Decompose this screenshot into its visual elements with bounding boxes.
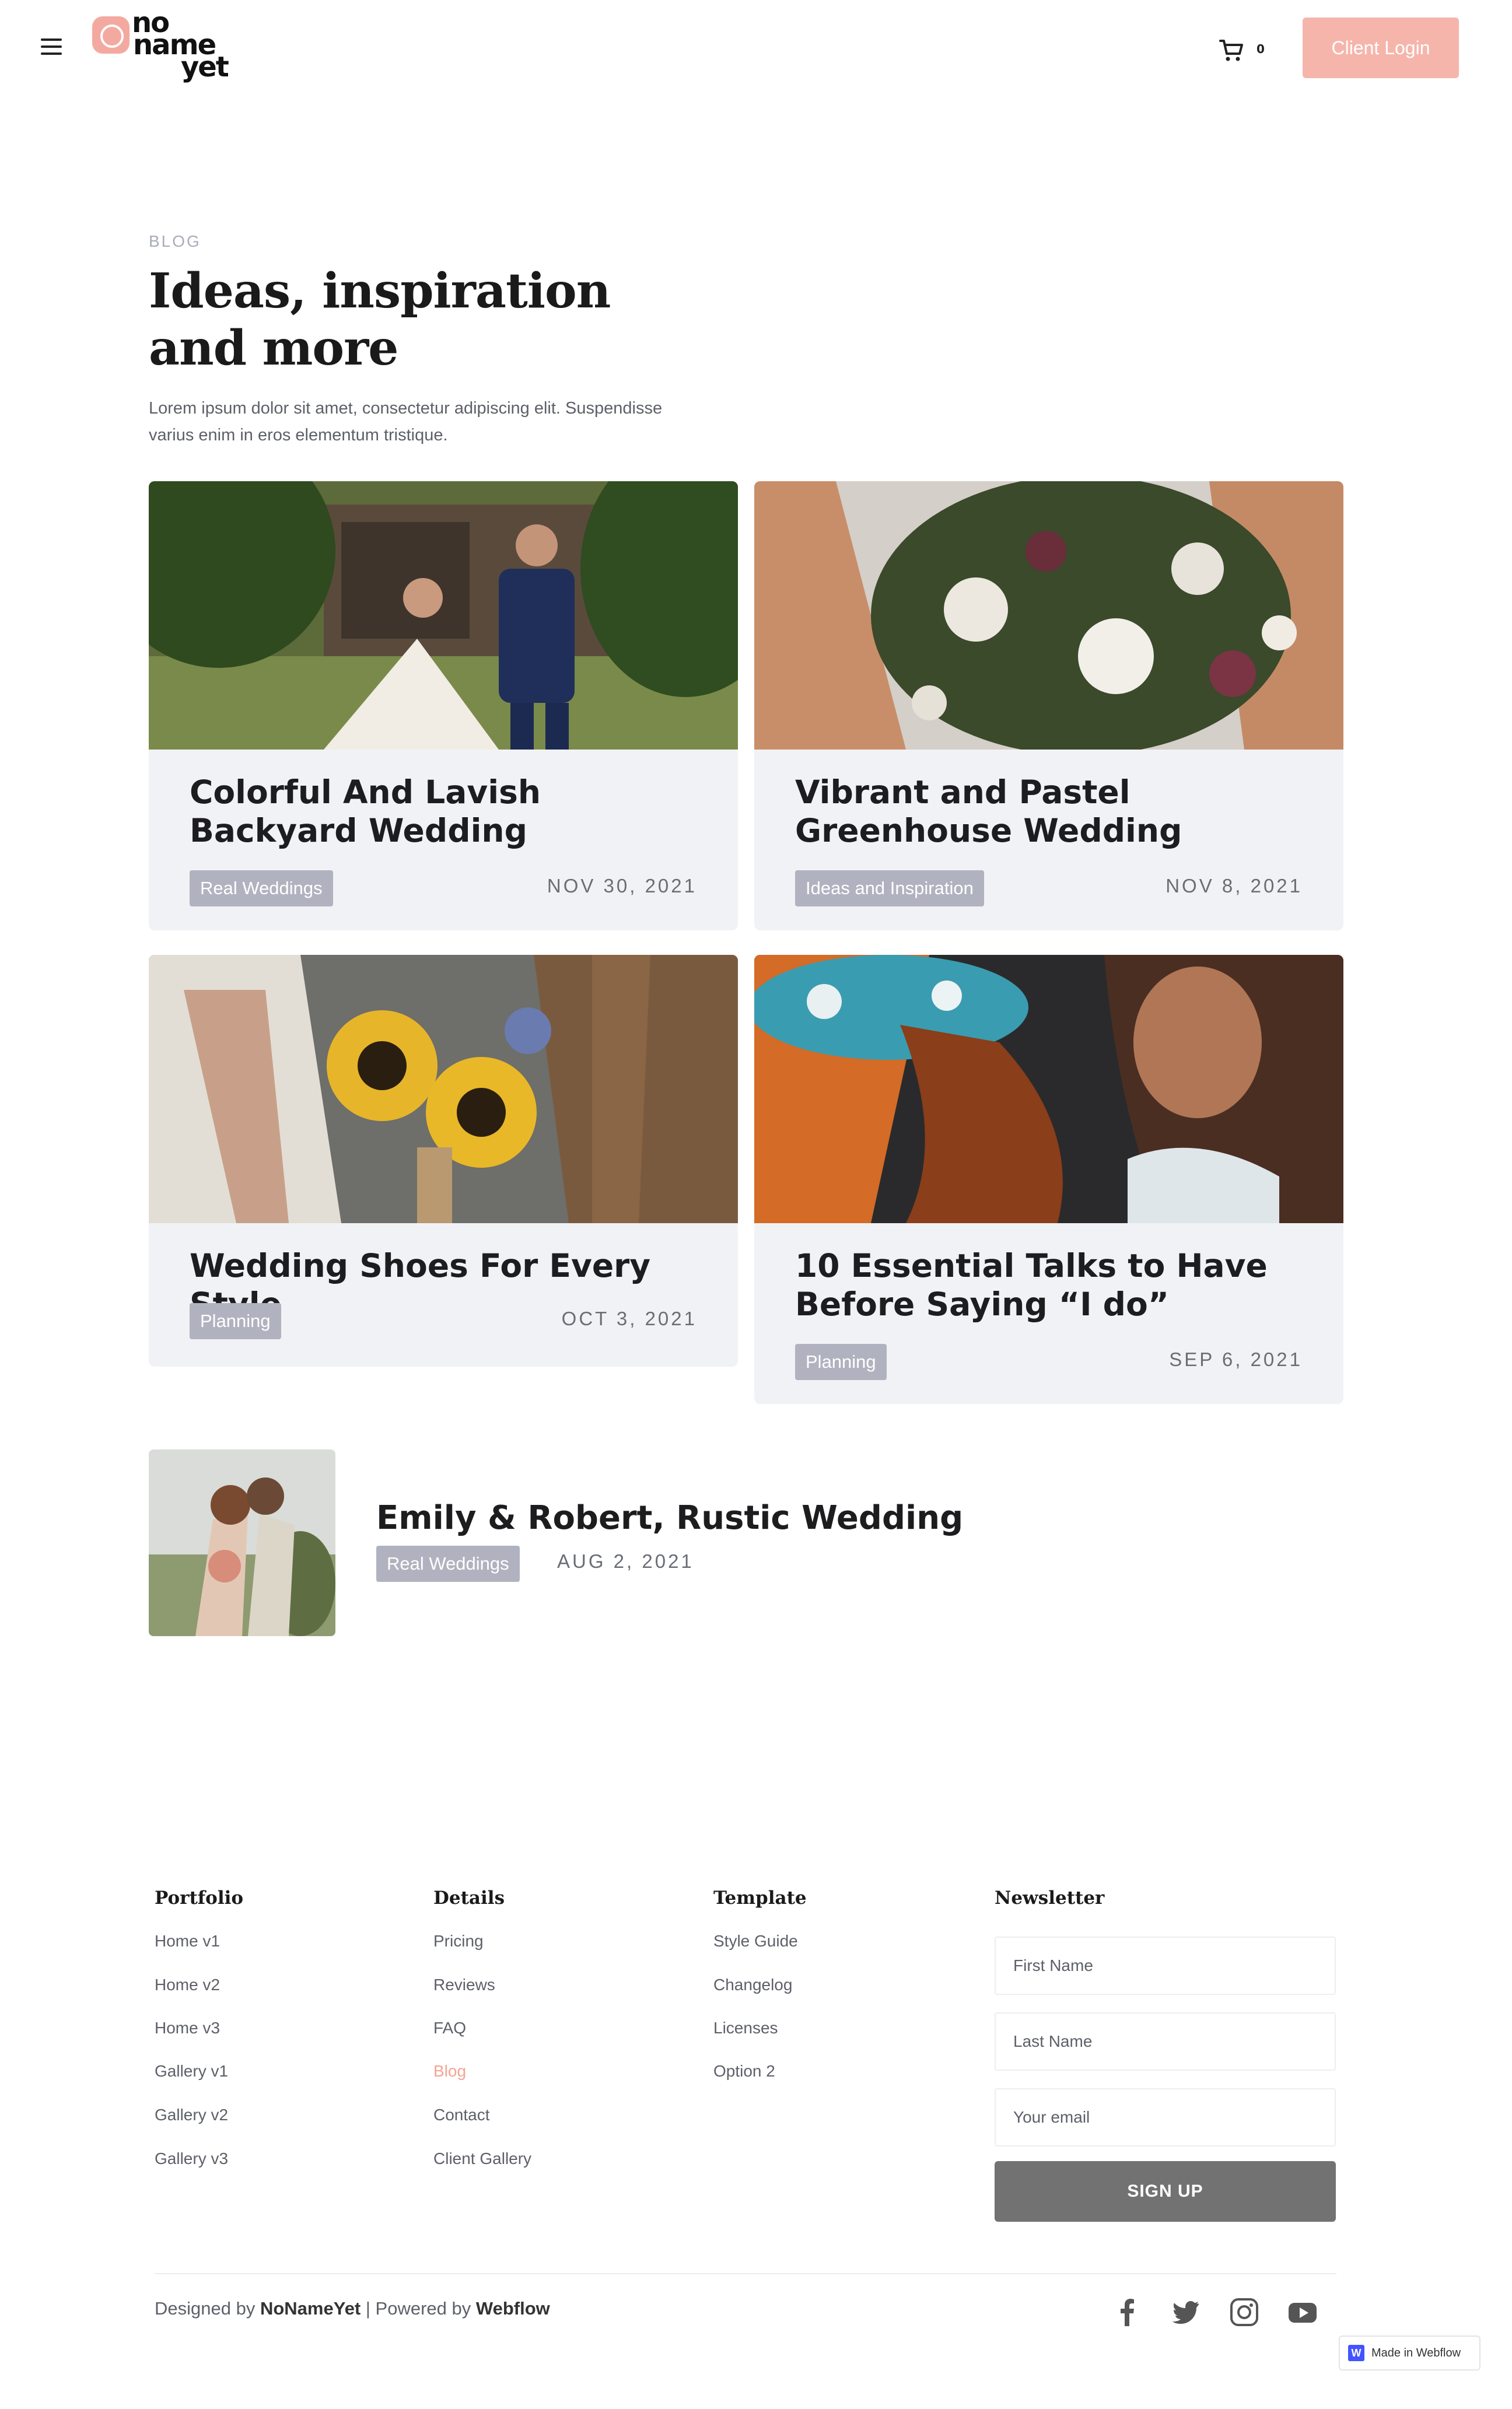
blog-card[interactable]: Colorful And Lavish Backyard Wedding Rea… [149, 481, 738, 930]
footer-link-pricing[interactable]: Pricing [433, 1932, 484, 1951]
sign-up-button[interactable]: SIGN UP [995, 2161, 1336, 2222]
blog-card[interactable]: Wedding Shoes For Every Style Planning O… [149, 955, 738, 1367]
post-image [149, 481, 738, 750]
badge-label: Made in Webflow [1371, 2346, 1461, 2359]
page-title: Ideas, inspiration and more [149, 263, 611, 376]
credits-designed-label: Designed by [155, 2298, 256, 2319]
post-tag[interactable]: Real Weddings [190, 870, 333, 906]
post-date: OCT 3, 2021 [561, 1308, 697, 1329]
footer-link-style-guide[interactable]: Style Guide [713, 1932, 798, 1951]
footer-link-home-v1[interactable]: Home v1 [155, 1932, 220, 1951]
footer-link-gallery-v1[interactable]: Gallery v1 [155, 2062, 228, 2081]
post-image [754, 955, 1343, 1223]
client-login-button[interactable]: Client Login [1303, 17, 1459, 78]
post-date: NOV 8, 2021 [1166, 875, 1303, 897]
featured-post-date: AUG 2, 2021 [557, 1550, 694, 1572]
footer-link-client-gallery[interactable]: Client Gallery [433, 2149, 531, 2168]
post-title[interactable]: Colorful And Lavish Backyard Wedding [190, 773, 703, 850]
youtube-icon[interactable] [1286, 2296, 1319, 2329]
logo[interactable]: no name yet [92, 6, 244, 83]
logo-mark-icon [92, 16, 130, 54]
newsletter-title: Newsletter [995, 1888, 1105, 1909]
featured-post-tag[interactable]: Real Weddings [376, 1546, 520, 1582]
post-date: SEP 6, 2021 [1169, 1349, 1303, 1370]
post-image [754, 481, 1343, 750]
webflow-logo-icon: W [1348, 2345, 1364, 2361]
footer-link-contact[interactable]: Contact [433, 2106, 490, 2124]
footer-col-template-title: Template [713, 1888, 807, 1909]
footer-link-blog[interactable]: Blog [433, 2062, 466, 2081]
cart-count: 0 [1256, 42, 1265, 56]
footer-credits: Designed by NoNameYet | Powered by Webfl… [155, 2298, 550, 2319]
email-field[interactable]: Your email [995, 2088, 1336, 2147]
footer-link-option-2[interactable]: Option 2 [713, 2062, 775, 2081]
footer-link-reviews[interactable]: Reviews [433, 1976, 495, 1994]
post-tag[interactable]: Planning [795, 1344, 887, 1380]
footer-link-licenses[interactable]: Licenses [713, 2019, 778, 2037]
last-name-field[interactable]: Last Name [995, 2012, 1336, 2071]
featured-post-thumbnail[interactable] [149, 1449, 335, 1636]
twitter-icon[interactable] [1170, 2296, 1202, 2329]
intro-description: Lorem ipsum dolor sit amet, consectetur … [149, 399, 663, 444]
footer-col-portfolio-title: Portfolio [155, 1888, 244, 1909]
credits-platform-link[interactable]: Webflow [476, 2298, 550, 2319]
footer-link-faq[interactable]: FAQ [433, 2019, 466, 2037]
facebook-icon[interactable] [1111, 2296, 1144, 2329]
footer-link-changelog[interactable]: Changelog [713, 1976, 792, 1994]
post-title[interactable]: Vibrant and Pastel Greenhouse Wedding [795, 773, 1308, 850]
logo-wordmark: no name yet [132, 6, 229, 83]
footer-link-home-v2[interactable]: Home v2 [155, 1976, 220, 1994]
footer-link-gallery-v2[interactable]: Gallery v2 [155, 2106, 228, 2124]
made-in-webflow-badge[interactable]: W Made in Webflow [1339, 2336, 1480, 2371]
post-date: NOV 30, 2021 [547, 875, 697, 897]
post-title[interactable]: 10 Essential Talks to Have Before Saying… [795, 1246, 1308, 1323]
footer-divider [155, 2273, 1336, 2274]
footer-link-gallery-v3[interactable]: Gallery v3 [155, 2149, 228, 2168]
section-eyebrow: BLOG [149, 232, 201, 250]
credits-designer-link[interactable]: NoNameYet [260, 2298, 360, 2319]
post-image [149, 955, 738, 1223]
cart-icon[interactable] [1219, 38, 1245, 63]
instagram-icon[interactable] [1228, 2296, 1261, 2329]
blog-card[interactable]: 10 Essential Talks to Have Before Saying… [754, 955, 1343, 1404]
footer-link-home-v3[interactable]: Home v3 [155, 2019, 220, 2037]
post-tag[interactable]: Ideas and Inspiration [795, 870, 984, 906]
blog-card[interactable]: Vibrant and Pastel Greenhouse Wedding Id… [754, 481, 1343, 930]
first-name-field[interactable]: First Name [995, 1937, 1336, 1995]
post-tag[interactable]: Planning [190, 1303, 281, 1339]
hamburger-menu-icon[interactable] [41, 38, 62, 55]
footer-col-details-title: Details [433, 1888, 505, 1909]
featured-post-title[interactable]: Emily & Robert, Rustic Wedding [376, 1499, 963, 1537]
credits-powered-label: | Powered by [365, 2298, 471, 2319]
